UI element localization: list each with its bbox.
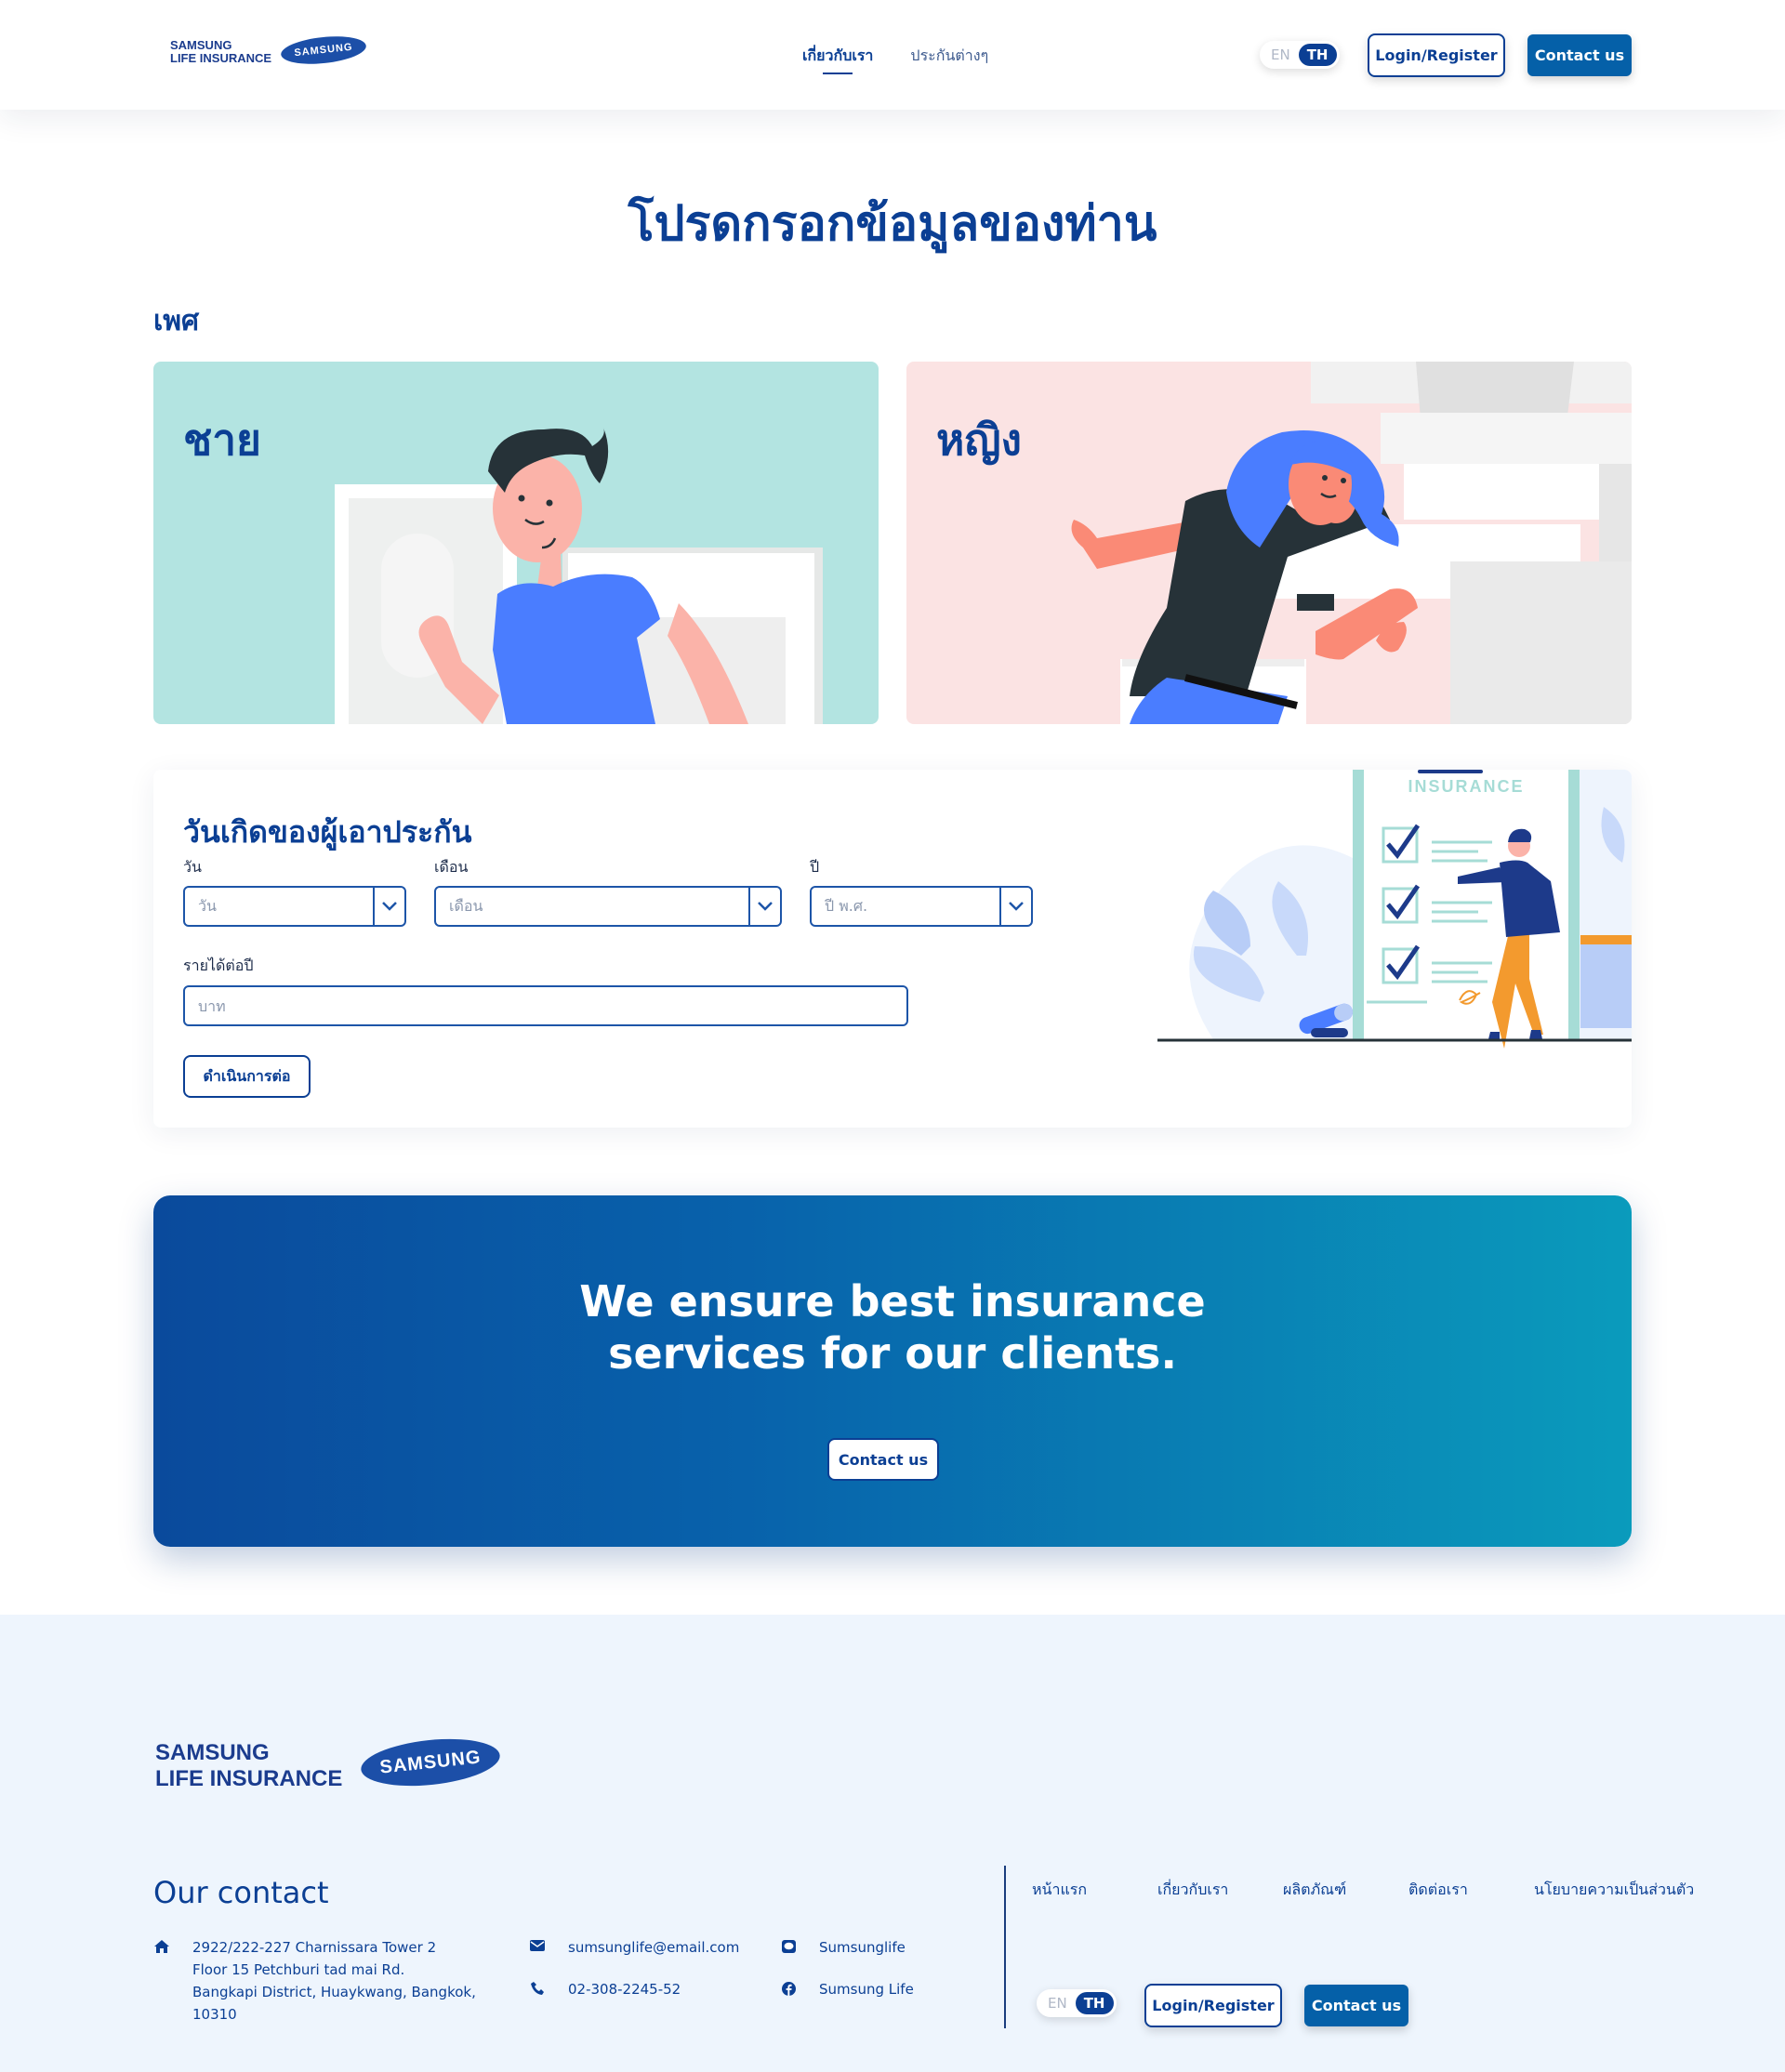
cta-banner: We ensure best insurance services for ou… [153,1195,1632,1547]
site-footer: SAMSUNG LIFE INSURANCE SAMSUNG Our conta… [0,1615,1785,2072]
page-title: โปรดกรอกข้อมูลของท่าน [628,196,1157,252]
nav-insurance[interactable]: ประกันต่างๆ [910,45,988,68]
address-row: 2922/222-227 Charnissara Tower 2 Floor 1… [153,1936,476,2026]
contact-us-button[interactable]: Contact us [1527,34,1632,76]
day-label: วัน [183,858,202,876]
line-text[interactable]: Sumsunglife [819,1936,906,1959]
gender-male-label: ชาย [183,415,262,465]
logo-line2: LIFE INSURANCE [170,50,272,65]
year-placeholder: ปี พ.ศ. [825,896,868,915]
footer-logo[interactable]: SAMSUNG LIFE INSURANCE SAMSUNG [155,1733,503,1792]
login-register-button[interactable]: Login/Register [1368,33,1505,77]
phone-row[interactable]: 02-308-2245-52 [529,1978,681,2000]
line-icon [780,1936,797,1959]
year-label: ปี [810,858,820,876]
year-select[interactable]: ปี พ.ศ. [810,886,1033,927]
income-input[interactable] [183,985,908,1026]
footer-link-products[interactable]: ผลิตภัณฑ์ [1283,1879,1346,1902]
facebook-row[interactable]: Sumsung Life [780,1978,914,2000]
banner-title: We ensure best insurance services for ou… [153,1275,1632,1379]
banner-title-line2: services for our clients. [608,1328,1177,1379]
banner-contact-button[interactable]: Contact us [827,1438,939,1481]
day-select[interactable]: วัน [183,886,406,927]
gender-option-male[interactable]: ชาย [153,362,879,724]
nav-about[interactable]: เกี่ยวกับเรา [802,45,873,74]
footer-divider [1004,1866,1006,2028]
insurance-checklist-illustration: INSURANCE [1157,770,1632,1049]
contact-title: Our contact [153,1875,329,1910]
month-placeholder: เดือน [449,896,483,915]
banner-title-line1: We ensure best insurance [579,1276,1206,1326]
lang-en[interactable]: EN [1263,44,1299,66]
site-header: SAMSUNG LIFE INSURANCE SAMSUNG เกี่ยวกับ… [0,0,1785,110]
form-title: วันเกิดของผู้เอาประกัน [183,814,472,850]
gender-section-label: เพศ [153,305,200,337]
footer-link-privacy[interactable]: นโยบายความเป็นส่วนตัว [1534,1879,1694,1902]
line-row[interactable]: Sumsunglife [780,1936,906,1959]
email-row[interactable]: sumsunglife@email.com [529,1936,739,1959]
logo-line1: SAMSUNG [170,38,232,52]
address-line2: Floor 15 Petchburi tad mai Rd. [192,1961,405,1978]
home-icon [153,1936,170,2026]
gender-option-female[interactable]: หญิง [906,362,1632,724]
day-placeholder: วัน [198,896,217,915]
main-nav: เกี่ยวกับเรา ประกันต่างๆ [802,45,988,74]
footer-logo-line1: SAMSUNG [155,1740,270,1765]
footer-lang-th[interactable]: TH [1075,1992,1114,2014]
footer-link-contact[interactable]: ติดต่อเรา [1408,1879,1468,1902]
footer-lang-en[interactable]: EN [1039,1992,1076,2014]
address-line1: 2922/222-227 Charnissara Tower 2 [192,1939,437,1956]
month-select[interactable]: เดือน [434,886,782,927]
lang-th[interactable]: TH [1298,44,1337,66]
address-line3: Bangkapi District, Huaykwang, Bangkok, [192,1984,476,2000]
email-text[interactable]: sumsunglife@email.com [568,1936,739,1959]
facebook-icon [780,1978,797,2000]
footer-logo-line2: LIFE INSURANCE [155,1766,343,1791]
language-toggle[interactable]: EN TH [1260,41,1340,69]
phone-icon [529,1978,546,2000]
footer-login-register-button[interactable]: Login/Register [1144,1984,1282,2027]
birthdate-form-card: วันเกิดของผู้เอาประกัน วัน วัน เดือน เดื… [153,770,1632,1128]
envelope-icon [529,1936,546,1959]
footer-link-about[interactable]: เกี่ยวกับเรา [1157,1879,1228,1902]
month-label: เดือน [434,858,469,876]
chevron-down-icon [748,888,780,925]
samsung-brand-ellipse: SAMSUNG [279,32,368,68]
footer-link-home[interactable]: หน้าแรก [1032,1879,1087,1902]
male-illustration [335,428,823,724]
insurance-illustration-label: INSURANCE [1408,777,1524,796]
footer-samsung-ellipse: SAMSUNG [359,1733,503,1792]
samsung-life-logo[interactable]: SAMSUNG LIFE INSURANCE SAMSUNG [170,32,368,68]
chevron-down-icon [373,888,404,925]
facebook-text[interactable]: Sumsung Life [819,1978,914,2000]
address-line4: 10310 [192,2006,237,2023]
gender-female-label: หญิง [936,415,1022,465]
continue-button[interactable]: ดำเนินการต่อ [183,1055,311,1098]
chevron-down-icon [999,888,1031,925]
income-label: รายได้ต่อปี [183,957,254,974]
footer-contact-us-button[interactable]: Contact us [1304,1985,1408,2026]
phone-text[interactable]: 02-308-2245-52 [568,1978,681,2000]
footer-language-toggle[interactable]: EN TH [1037,1989,1117,2017]
